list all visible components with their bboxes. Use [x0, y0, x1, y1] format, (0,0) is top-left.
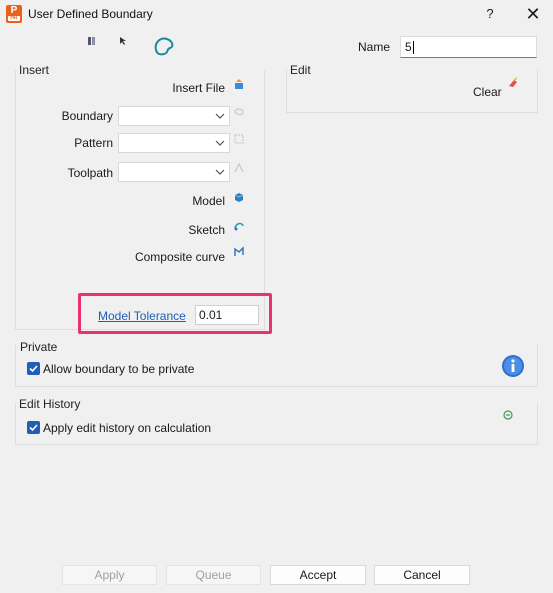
toolpath-insert-icon[interactable] [233, 162, 245, 174]
edit-history-checkbox[interactable] [27, 421, 40, 434]
sketch-icon[interactable] [233, 220, 245, 232]
model-tolerance-link[interactable]: Model Tolerance [98, 309, 186, 323]
pattern-label: Pattern [74, 136, 113, 150]
check-icon [29, 424, 38, 432]
info-icon[interactable] [501, 354, 525, 378]
apply-button[interactable]: Apply [62, 565, 157, 585]
model-label[interactable]: Model [120, 194, 225, 208]
toolpath-combo[interactable] [118, 162, 230, 182]
model-icon[interactable] [233, 191, 245, 203]
app-icon-sub: HR [8, 16, 20, 21]
app-icon: P HR [6, 5, 22, 23]
name-value: 5 [405, 40, 412, 54]
edit-history-group-label: Edit History [19, 397, 81, 411]
boundary-insert-icon[interactable] [233, 106, 245, 118]
boundary-type-icon[interactable] [87, 35, 103, 51]
clear-label[interactable]: Clear [473, 85, 502, 99]
pattern-insert-icon[interactable] [233, 133, 245, 145]
insert-file-icon[interactable] [233, 79, 245, 91]
close-button[interactable]: ✕ [522, 4, 544, 26]
boundary-shape-icon[interactable] [153, 36, 175, 56]
composite-curve-label[interactable]: Composite curve [100, 250, 225, 264]
chevron-down-icon [215, 140, 225, 146]
history-icon[interactable] [503, 409, 515, 421]
tolerance-input[interactable]: 0.01 [195, 305, 259, 325]
help-button[interactable]: ? [480, 4, 500, 24]
cancel-button[interactable]: Cancel [374, 565, 470, 585]
toolpath-label: Toolpath [67, 166, 113, 180]
chevron-down-icon [215, 169, 225, 175]
text-caret [412, 41, 414, 55]
eraser-icon[interactable] [507, 77, 519, 89]
private-checkbox-label[interactable]: Allow boundary to be private [43, 362, 194, 376]
boundary-label: Boundary [61, 109, 113, 123]
queue-button[interactable]: Queue [166, 565, 261, 585]
accept-button[interactable]: Accept [270, 565, 366, 585]
name-label: Name [358, 40, 391, 54]
insert-group-label: Insert [19, 63, 50, 77]
edit-group-label: Edit [290, 63, 311, 77]
select-icon[interactable] [118, 35, 134, 51]
window-title: User Defined Boundary [28, 7, 153, 21]
private-group-label: Private [20, 340, 58, 354]
name-input[interactable]: 5 [400, 36, 537, 58]
edit-history-checkbox-label[interactable]: Apply edit history on calculation [43, 421, 211, 435]
sketch-label[interactable]: Sketch [120, 223, 225, 237]
chevron-down-icon [215, 113, 225, 119]
insert-file-label[interactable]: Insert File [120, 81, 225, 95]
private-checkbox[interactable] [27, 362, 40, 375]
composite-curve-icon[interactable] [233, 246, 245, 258]
boundary-combo[interactable] [118, 106, 230, 126]
pattern-combo[interactable] [118, 133, 230, 153]
check-icon [29, 365, 38, 373]
